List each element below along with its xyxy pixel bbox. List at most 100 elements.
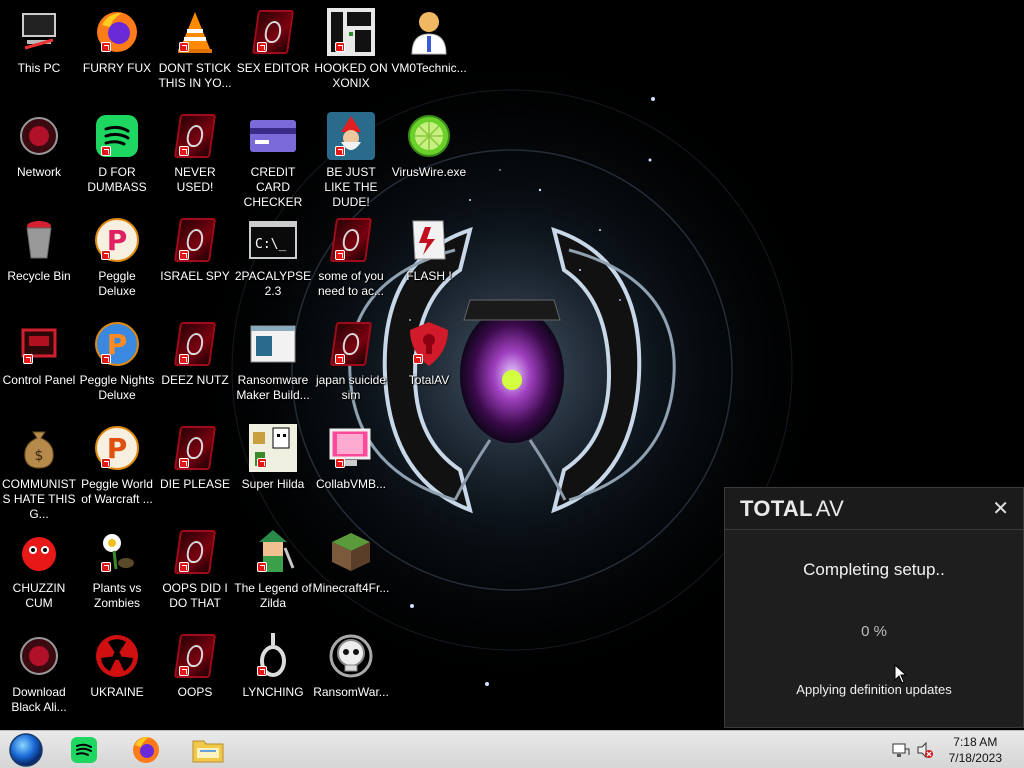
desktop-icon-label: TotalAV — [408, 373, 450, 387]
desktop-icon-flash[interactable]: FLASH ! — [390, 216, 468, 316]
start-orb-icon — [9, 733, 43, 767]
desktop-icon-some-of-you[interactable]: some of you need to ac... — [312, 216, 390, 316]
desktop-icon-credit-card[interactable]: CREDIT CARD CHECKER — [234, 112, 312, 212]
control-panel-icon — [15, 320, 63, 368]
noose-icon — [249, 632, 297, 680]
desktop-icon-label: The Legend of Zilda — [234, 581, 312, 610]
desktop-icon-oops-did[interactable]: OOPS DID I DO THAT — [156, 528, 234, 628]
desktop-icon-label: Peggle World of Warcraft ... — [81, 477, 153, 506]
network-tray-icon[interactable] — [892, 741, 910, 759]
desktop-icon-collabvmb[interactable]: CollabVMB... — [312, 424, 390, 524]
desktop-icon-lynching[interactable]: LYNCHING — [234, 632, 312, 730]
doctor-icon — [405, 8, 453, 56]
taskbar-spotify[interactable] — [64, 733, 104, 767]
desktop-icon-super-hilda[interactable]: Super Hilda — [234, 424, 312, 524]
alien-icon — [249, 8, 297, 56]
desktop-icon-label: Peggle Deluxe — [98, 269, 136, 298]
desktop-icon-label: COMMUNISTS HATE THIS G... — [2, 477, 76, 521]
alien-icon — [171, 112, 219, 160]
desktop-icon-recycle-bin[interactable]: Recycle Bin — [0, 216, 78, 316]
terminal-icon: C:\_ — [249, 216, 297, 264]
desktop-icon-chuzzin[interactable]: CHUZZIN CUM — [0, 528, 78, 628]
spotify-icon — [93, 112, 141, 160]
recycle-bin-icon — [15, 216, 63, 264]
svg-text:$: $ — [35, 448, 44, 464]
desktop-icon-ransomwar[interactable]: RansomWar... — [312, 632, 390, 730]
desktop-icon-this-pc[interactable]: This PC — [0, 8, 78, 108]
alien-icon — [171, 528, 219, 576]
desktop-icon-label: CHUZZIN CUM — [12, 581, 66, 610]
desktop-icon-viruswire[interactable]: VirusWire.exe — [390, 112, 468, 212]
desktop-icon-japan-suicide[interactable]: japan suicide sim — [312, 320, 390, 420]
desktop-icon-never-used[interactable]: NEVER USED! — [156, 112, 234, 212]
desktop-icon-legend-zilda[interactable]: The Legend of Zilda — [234, 528, 312, 628]
desktop-icon-peggle-world[interactable]: P Peggle World of Warcraft ... — [78, 424, 156, 524]
desktop-icon-label: VM0Technic... — [391, 61, 467, 75]
desktop-icon-label: 2PACALYPSE 2.3 — [234, 269, 312, 298]
desktop-icon-oops[interactable]: OOPS — [156, 632, 234, 730]
desktop-icon-label: CollabVMB... — [315, 477, 387, 491]
desktop-icon-israel-spy[interactable]: ISRAEL SPY — [156, 216, 234, 316]
peggle-icon: P — [93, 424, 141, 472]
taskbar-firefox[interactable] — [126, 733, 166, 767]
desktop-icon-label: DIE PLEASE — [159, 477, 231, 491]
desktop-icon-plants-vs-zombies[interactable]: Plants vs Zombies — [78, 528, 156, 628]
desktop-icon-control-panel[interactable]: Control Panel — [0, 320, 78, 420]
desktop-icon-label: Recycle Bin — [7, 269, 71, 283]
desktop-icon-label: LYNCHING — [242, 685, 304, 699]
totalav-logo: TOTAL AV — [740, 496, 844, 522]
desktop-icon-label: NEVER USED! — [174, 165, 216, 194]
taskbar: 7:18 AM 7/18/2023 — [0, 730, 1024, 768]
desktop-icon-label: HOOKED ON XONIX — [314, 61, 388, 90]
peggle-icon: P — [93, 216, 141, 264]
desktop-icon-hooked-on[interactable]: HOOKED ON XONIX — [312, 8, 390, 108]
taskbar-file-explorer[interactable] — [188, 733, 228, 767]
desktop: This PC Network Recycle Bin Control Pane… — [0, 0, 1024, 730]
desktop-icon-ransomware-maker[interactable]: Ransomware Maker Build... — [234, 320, 312, 420]
desktop-icon-dont-stick[interactable]: DONT STICK THIS IN YO... — [156, 8, 234, 108]
desktop-icon-minecraft4fr[interactable]: Minecraft4Fr... — [312, 528, 390, 628]
desktop-icon-vm0technic[interactable]: VM0Technic... — [390, 8, 468, 108]
desktop-icon-die-please[interactable]: DIE PLEASE — [156, 424, 234, 524]
desktop-icon-peggle-nights[interactable]: P Peggle Nights Deluxe — [78, 320, 156, 420]
monitor-icon — [327, 424, 375, 472]
desktop-icon-download-black[interactable]: Download Black Ali... — [0, 632, 78, 730]
close-icon[interactable]: ✕ — [992, 496, 1009, 521]
desktop-icon-sex-editor[interactable]: SEX EDITOR — [234, 8, 312, 108]
desktop-icon-label: ISRAEL SPY — [160, 269, 230, 283]
desktop-icon-label: Network — [16, 165, 61, 179]
desktop-icon-label: Plants vs Zombies — [92, 581, 142, 610]
desktop-icon-label: japan suicide sim — [315, 373, 387, 402]
desktop-icon-d-for[interactable]: D FOR DUMBASS — [78, 112, 156, 212]
desktop-icon-peggle-deluxe[interactable]: P Peggle Deluxe — [78, 216, 156, 316]
shield-icon — [405, 320, 453, 368]
desktop-icon-deez-nutz[interactable]: DEEZ NUTZ — [156, 320, 234, 420]
desktop-icon-label: Ransomware Maker Build... — [236, 373, 310, 402]
desktop-icon-network[interactable]: Network — [0, 112, 78, 212]
clock-date: 7/18/2023 — [948, 751, 1002, 765]
system-clock[interactable]: 7:18 AM 7/18/2023 — [949, 734, 1002, 766]
totalav-titlebar[interactable]: TOTAL AV ✕ — [725, 488, 1023, 530]
desktop-icon-label: OOPS — [177, 685, 213, 699]
brand-bold: TOTAL — [740, 495, 813, 521]
desktop-icon-label: Minecraft4Fr... — [312, 581, 390, 595]
desktop-icon-be-just-like[interactable]: BE JUST LIKE THE DUDE! — [312, 112, 390, 212]
computer-icon — [15, 8, 63, 56]
alienware-icon — [15, 632, 63, 680]
link-character-icon — [249, 528, 297, 576]
desktop-icon-label: This PC — [17, 61, 61, 75]
credit-card-icon — [249, 112, 297, 160]
desktop-icon-communists[interactable]: $ COMMUNISTS HATE THIS G... — [0, 424, 78, 524]
totalav-setup-window: TOTAL AV ✕ Completing setup.. 0 % Applyin… — [724, 487, 1024, 728]
desktop-icon-furry-fux[interactable]: FURRY FUX — [78, 8, 156, 108]
alien-icon — [171, 632, 219, 680]
desktop-icon-label: BE JUST LIKE THE DUDE! — [324, 165, 378, 209]
firefox-icon — [93, 8, 141, 56]
volume-muted-icon[interactable] — [916, 741, 934, 759]
desktop-icon-label: Control Panel — [2, 373, 76, 387]
grass-block-icon — [327, 528, 375, 576]
start-button[interactable] — [4, 733, 44, 767]
desktop-icon-2pacalypse[interactable]: C:\_ 2PACALYPSE 2.3 — [234, 216, 312, 316]
desktop-icon-ukraine[interactable]: UKRAINE — [78, 632, 156, 730]
desktop-icon-totalav[interactable]: TotalAV — [390, 320, 468, 420]
